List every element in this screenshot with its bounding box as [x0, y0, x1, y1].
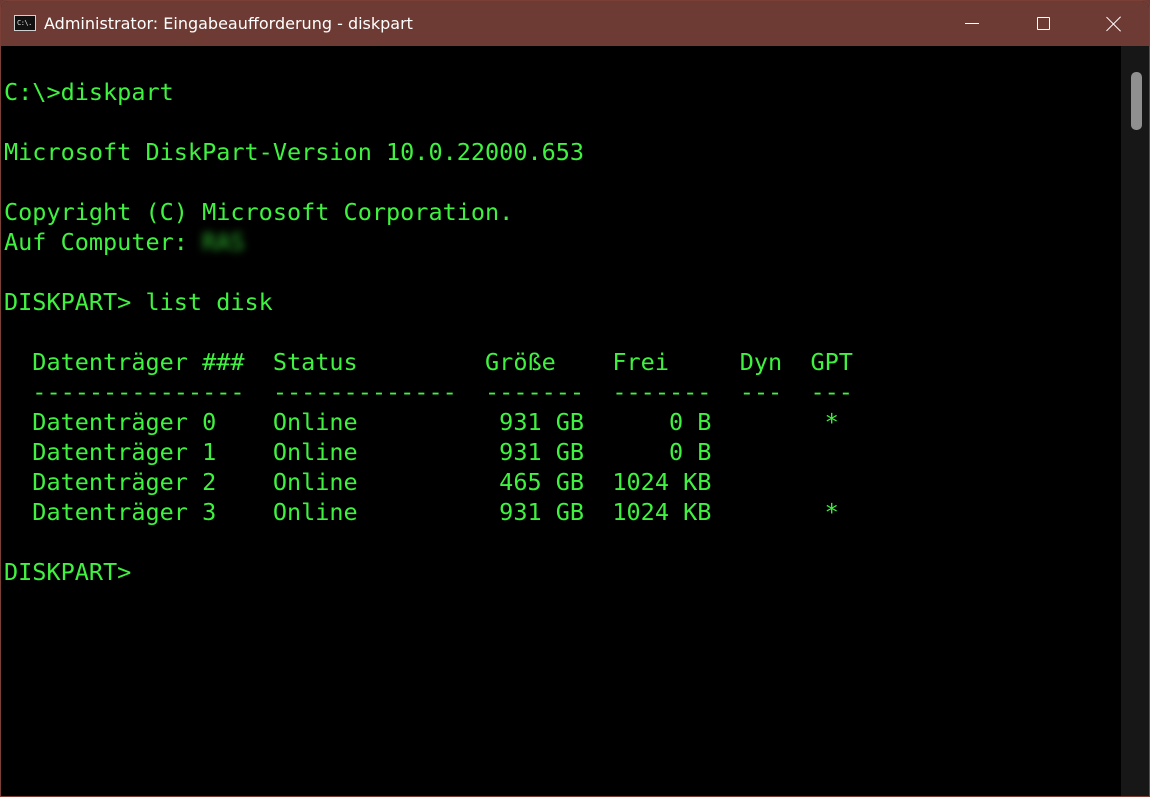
scrollbar-thumb[interactable] [1131, 72, 1142, 130]
disk-table-header: Datenträger ### Status Größe Frei Dyn GP… [4, 348, 853, 376]
window-title: Administrator: Eingabeaufforderung - dis… [44, 14, 413, 33]
minimize-button[interactable] [937, 1, 1007, 46]
disk-table-row: Datenträger 3 Online 931 GB 1024 KB * [4, 498, 839, 526]
maximize-icon [1036, 17, 1050, 30]
close-icon [1106, 16, 1122, 32]
console-line-computer-label: Auf Computer: [4, 228, 203, 256]
app-icon-text: C:\. [17, 18, 32, 27]
console-line-copyright: Copyright (C) Microsoft Corporation. [4, 198, 514, 226]
console-line-list-disk-command: DISKPART> list disk [4, 288, 273, 316]
console-line-diskpart-command: C:\>diskpart [4, 78, 174, 106]
command-prompt-icon[interactable]: C:\. [14, 15, 36, 31]
title-bar[interactable]: C:\. Administrator: Eingabeaufforderung … [1, 1, 1149, 46]
diskpart-prompt[interactable]: DISKPART> [4, 558, 131, 586]
console-output-area[interactable]: C:\>diskpart Microsoft DiskPart-Version … [1, 46, 1121, 796]
maximize-button[interactable] [1008, 1, 1078, 46]
disk-table-row: Datenträger 2 Online 465 GB 1024 KB [4, 468, 712, 496]
command-prompt-window: C:\. Administrator: Eingabeaufforderung … [0, 0, 1150, 797]
console-text: C:\>diskpart Microsoft DiskPart-Version … [4, 77, 853, 587]
disk-table-row: Datenträger 0 Online 931 GB 0 B * [4, 408, 839, 436]
close-button[interactable] [1079, 1, 1149, 46]
disk-table-row: Datenträger 1 Online 931 GB 0 B [4, 438, 712, 466]
vertical-scrollbar[interactable] [1121, 46, 1149, 796]
disk-table-separator: --------------- ------------- ------- --… [4, 378, 853, 406]
console-line-version: Microsoft DiskPart-Version 10.0.22000.65… [4, 138, 585, 166]
computer-name-redacted: RAS [202, 228, 245, 256]
minimize-icon [965, 23, 979, 24]
